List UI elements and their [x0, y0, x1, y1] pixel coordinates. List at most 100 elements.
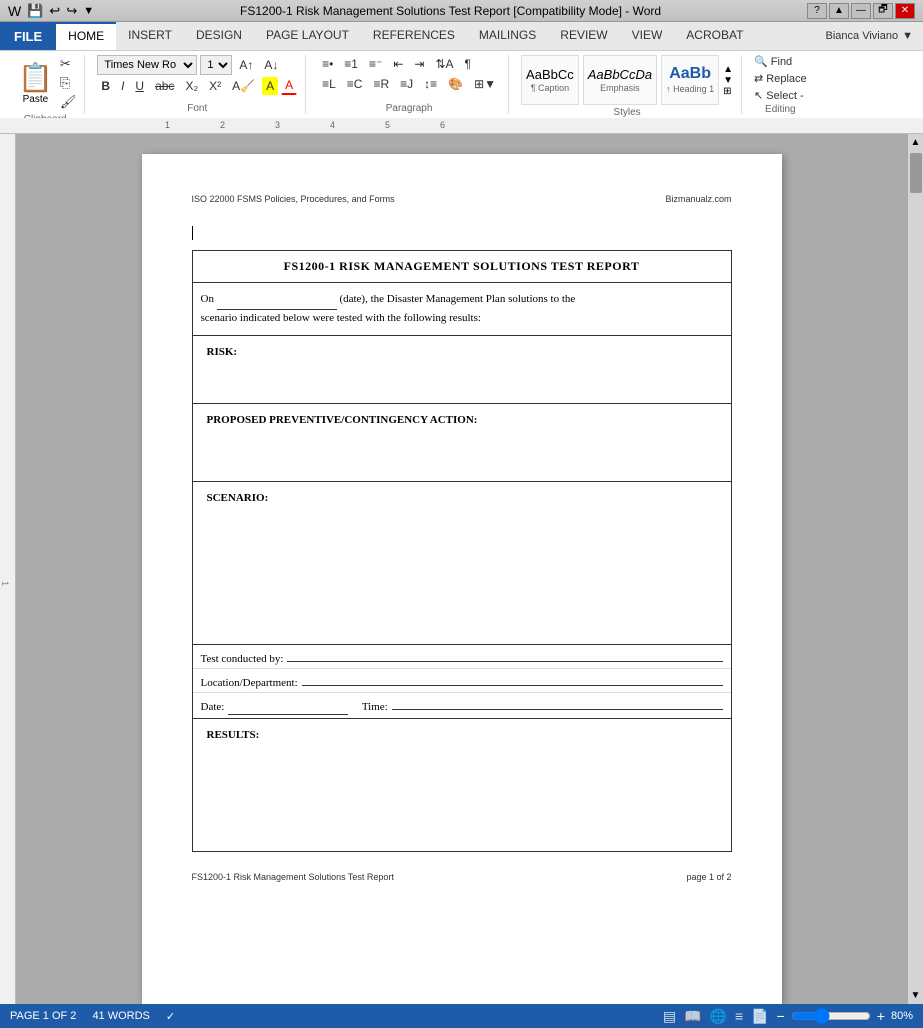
status-bar: PAGE 1 OF 2 41 WORDS ✓ ▤ 📖 🌐 ≡ 📄 − + 80%: [0, 1004, 923, 1028]
date-input[interactable]: [228, 701, 348, 715]
risk-content[interactable]: [199, 364, 725, 399]
scroll-thumb[interactable]: [910, 153, 922, 193]
align-left-button[interactable]: ≡L: [318, 75, 340, 93]
style-heading1[interactable]: AaBb ↑ Heading 1: [661, 55, 719, 105]
zoom-percent[interactable]: 80%: [891, 1010, 913, 1022]
bold-button[interactable]: B: [97, 77, 114, 95]
show-hide-button[interactable]: ¶: [461, 55, 475, 73]
cut-button[interactable]: ✂: [60, 55, 77, 73]
ruler-v-1: 1: [0, 581, 10, 586]
borders-button[interactable]: ⊞▼: [470, 75, 500, 93]
tab-mailings[interactable]: MAILINGS: [467, 22, 548, 50]
editing-group: 🔍 Find ⇄ Replace ↖ Select - Editing: [746, 55, 815, 114]
status-bar-left: PAGE 1 OF 2 41 WORDS ✓: [10, 1010, 175, 1023]
test-conducted-cell: Test conducted by: Location/Department: …: [192, 645, 731, 719]
web-layout-btn[interactable]: 🌐: [710, 1008, 727, 1025]
ruler-mark-6: 6: [415, 120, 470, 130]
draft-btn[interactable]: 📄: [751, 1008, 768, 1025]
zoom-out-btn[interactable]: −: [777, 1008, 785, 1024]
increase-indent-button[interactable]: ⇥: [410, 55, 428, 73]
shrink-font-button[interactable]: A↓: [260, 56, 282, 74]
align-right-button[interactable]: ≡R: [369, 75, 393, 93]
outline-btn[interactable]: ≡: [735, 1008, 743, 1024]
main-area: 1 2 3 4 5 6 7 8 ISO 22000 FSMS Policies,…: [0, 134, 923, 1004]
bullets-button[interactable]: ≡•: [318, 55, 337, 73]
font-name-select[interactable]: Times New Ro: [97, 55, 197, 75]
page-info: PAGE 1 OF 2: [10, 1010, 76, 1022]
tab-page-layout[interactable]: PAGE LAYOUT: [254, 22, 361, 50]
close-btn[interactable]: ✕: [895, 3, 915, 19]
scroll-up-btn[interactable]: ▲: [908, 134, 923, 151]
ribbon-toggle-btn[interactable]: ▲: [829, 3, 849, 19]
scroll-down-btn[interactable]: ▼: [908, 987, 923, 1004]
time-input[interactable]: [392, 696, 723, 710]
scenario-label: SCENARIO:: [199, 486, 725, 510]
font-size-select[interactable]: 12: [200, 55, 232, 75]
strikethrough-button[interactable]: abc: [151, 77, 178, 95]
proposed-content[interactable]: [199, 432, 725, 477]
subscript-button[interactable]: X₂: [181, 77, 202, 95]
zoom-slider[interactable]: [791, 1008, 871, 1024]
quick-undo[interactable]: ↩: [49, 3, 60, 19]
quick-redo[interactable]: ↪: [66, 3, 77, 19]
italic-button[interactable]: I: [117, 77, 128, 95]
select-button[interactable]: ↖ Select -: [754, 89, 807, 102]
quick-customize[interactable]: ▼: [83, 5, 94, 17]
intro-prefix: On: [201, 293, 214, 305]
help-btn[interactable]: ?: [807, 3, 827, 19]
format-painter-button[interactable]: 🖌: [60, 93, 77, 111]
decrease-indent-button[interactable]: ⇤: [389, 55, 407, 73]
tab-home[interactable]: HOME: [56, 22, 116, 50]
styles-scroll[interactable]: ▲ ▼ ⊞: [723, 64, 733, 97]
shading-button[interactable]: 🎨: [444, 75, 467, 93]
tab-design[interactable]: DESIGN: [184, 22, 254, 50]
grow-font-button[interactable]: A↑: [235, 56, 257, 74]
restore-btn[interactable]: 🗗: [873, 3, 893, 19]
zoom-in-btn[interactable]: +: [877, 1008, 885, 1024]
sort-button[interactable]: ⇅A: [431, 55, 457, 73]
file-tab[interactable]: FILE: [0, 22, 56, 50]
underline-button[interactable]: U: [131, 77, 148, 95]
user-dropdown[interactable]: ▼: [902, 30, 913, 42]
results-content[interactable]: [199, 747, 725, 847]
multilevel-list-button[interactable]: ≡⁻: [365, 55, 386, 73]
tab-insert[interactable]: INSERT: [116, 22, 184, 50]
tab-view[interactable]: VIEW: [620, 22, 675, 50]
paste-icon: 📋: [18, 61, 53, 94]
clear-format-button[interactable]: A🧹: [228, 77, 259, 95]
tab-review[interactable]: REVIEW: [548, 22, 619, 50]
print-layout-btn[interactable]: ▤: [663, 1008, 676, 1025]
intro-text: (date), the Disaster Management Plan sol…: [339, 293, 575, 305]
minimize-btn[interactable]: —: [851, 3, 871, 19]
proofing-icon[interactable]: ✓: [166, 1010, 175, 1023]
font-color-button[interactable]: A: [281, 76, 297, 95]
style-emphasis[interactable]: AaBbCcDa Emphasis: [583, 55, 657, 105]
full-reading-btn[interactable]: 📖: [684, 1008, 701, 1025]
line-spacing-button[interactable]: ↕≡: [420, 75, 441, 93]
find-button[interactable]: 🔍 Find: [754, 55, 807, 68]
right-scrollbar[interactable]: ▲ ▼: [907, 134, 923, 1004]
justify-button[interactable]: ≡J: [396, 75, 417, 93]
style-caption[interactable]: AaBbCc ¶ Caption: [521, 55, 579, 105]
test-conducted-input[interactable]: [287, 648, 722, 662]
date-field[interactable]: [217, 291, 337, 310]
ruler-mark-3: 3: [250, 120, 305, 130]
header-right: Bizmanualz.com: [665, 194, 731, 204]
tab-acrobat[interactable]: ACROBAT: [674, 22, 755, 50]
numbering-button[interactable]: ≡1: [340, 55, 362, 73]
location-input[interactable]: [302, 672, 723, 686]
tab-references[interactable]: REFERENCES: [361, 22, 467, 50]
paste-button[interactable]: 📋 Paste: [14, 59, 57, 107]
test-conducted-row: Test conducted by: Location/Department: …: [192, 645, 731, 719]
quick-save[interactable]: 💾: [27, 3, 43, 19]
replace-icon: ⇄: [754, 73, 763, 85]
word-count: 41 WORDS: [92, 1010, 149, 1022]
risk-label: RISK:: [199, 340, 725, 364]
copy-button[interactable]: ⎘: [60, 74, 77, 92]
replace-button[interactable]: ⇄ Replace: [754, 72, 807, 85]
superscript-button[interactable]: X²: [205, 77, 225, 95]
align-center-button[interactable]: ≡C: [343, 75, 367, 93]
text-highlight-button[interactable]: A: [262, 77, 278, 95]
document-area[interactable]: ISO 22000 FSMS Policies, Procedures, and…: [16, 134, 907, 1004]
scenario-content[interactable]: [199, 510, 725, 640]
